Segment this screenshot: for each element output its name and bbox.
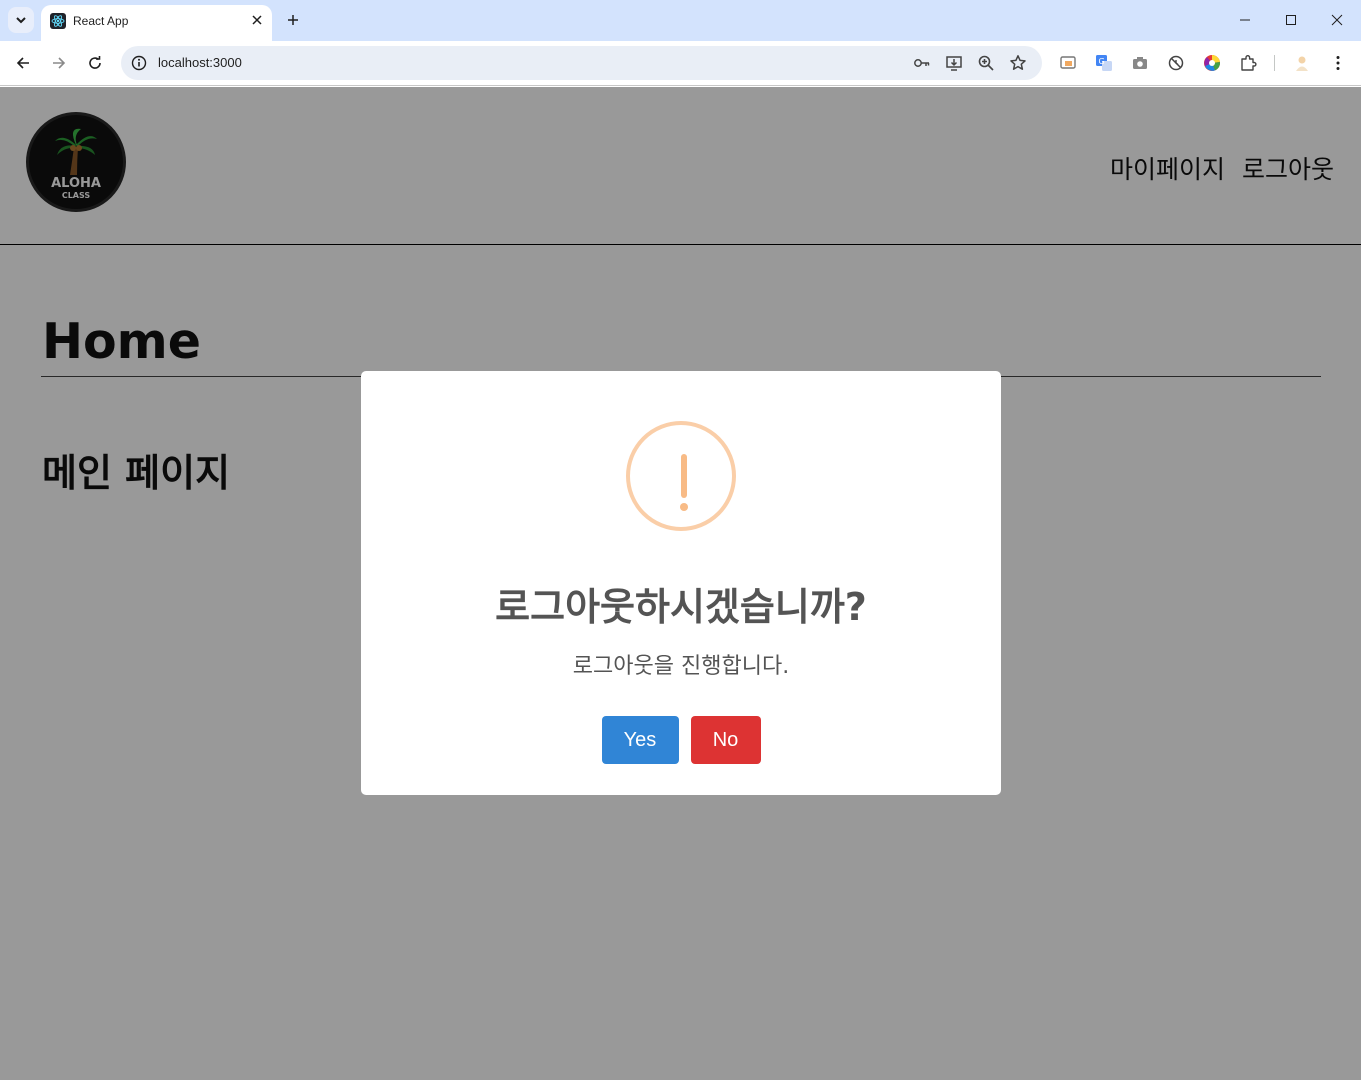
minimize-button[interactable] — [1231, 6, 1259, 34]
tab-title: React App — [73, 14, 129, 28]
cancel-no-button[interactable]: No — [690, 716, 761, 764]
warning-icon-dot — [680, 503, 688, 511]
browser-tab[interactable]: React App — [41, 5, 272, 41]
key-icon[interactable] — [912, 53, 932, 73]
dialog-message: 로그아웃을 진행합니다. — [572, 654, 790, 679]
browser-toolbar: localhost:3000 G — [0, 41, 1361, 86]
new-tab-button[interactable] — [282, 9, 304, 31]
arrow-right-icon — [53, 57, 66, 69]
tab-search-button[interactable] — [8, 7, 34, 33]
chevron-down-icon — [16, 17, 26, 24]
dialog-actions: Yes No — [361, 716, 1001, 764]
sync-blocked-icon[interactable] — [1166, 53, 1186, 73]
close-icon — [252, 15, 262, 25]
maximize-icon — [1286, 15, 1296, 25]
arrow-left-icon — [16, 57, 29, 69]
maximize-button[interactable] — [1277, 6, 1305, 34]
info-icon[interactable] — [129, 53, 149, 73]
zoom-icon[interactable] — [976, 53, 996, 73]
cast-icon[interactable] — [1058, 53, 1078, 73]
reload-button[interactable] — [81, 49, 109, 77]
install-app-icon[interactable] — [944, 53, 964, 73]
profile-avatar[interactable] — [1292, 53, 1312, 73]
close-tab-button[interactable] — [247, 10, 267, 30]
minimize-icon — [1240, 19, 1250, 21]
react-icon — [50, 13, 66, 29]
color-picker-icon[interactable] — [1202, 53, 1222, 73]
translate-icon[interactable]: G — [1094, 53, 1114, 73]
confirm-yes-button[interactable]: Yes — [601, 716, 679, 764]
bookmark-star-icon[interactable] — [1008, 53, 1028, 73]
close-icon — [1331, 14, 1343, 26]
toolbar-divider — [1274, 55, 1275, 71]
plus-icon — [288, 15, 298, 25]
warning-icon — [626, 421, 736, 531]
browser-tabstrip: React App — [0, 0, 1361, 41]
dialog-title: 로그아웃하시겠습니까? — [495, 585, 867, 629]
url-text: localhost:3000 — [158, 55, 242, 70]
extensions-icon[interactable] — [1238, 53, 1258, 73]
logout-confirm-dialog: 로그아웃하시겠습니까? 로그아웃을 진행합니다. Yes No — [361, 371, 1001, 795]
camera-icon[interactable] — [1130, 53, 1150, 73]
reload-icon — [89, 56, 101, 69]
close-window-button[interactable] — [1323, 6, 1351, 34]
warning-icon-bar — [681, 454, 687, 498]
forward-button[interactable] — [45, 49, 73, 77]
svg-text:G: G — [1099, 57, 1105, 66]
back-button[interactable] — [9, 49, 37, 77]
address-bar[interactable]: localhost:3000 — [121, 46, 1042, 80]
more-menu-icon[interactable] — [1328, 53, 1348, 73]
